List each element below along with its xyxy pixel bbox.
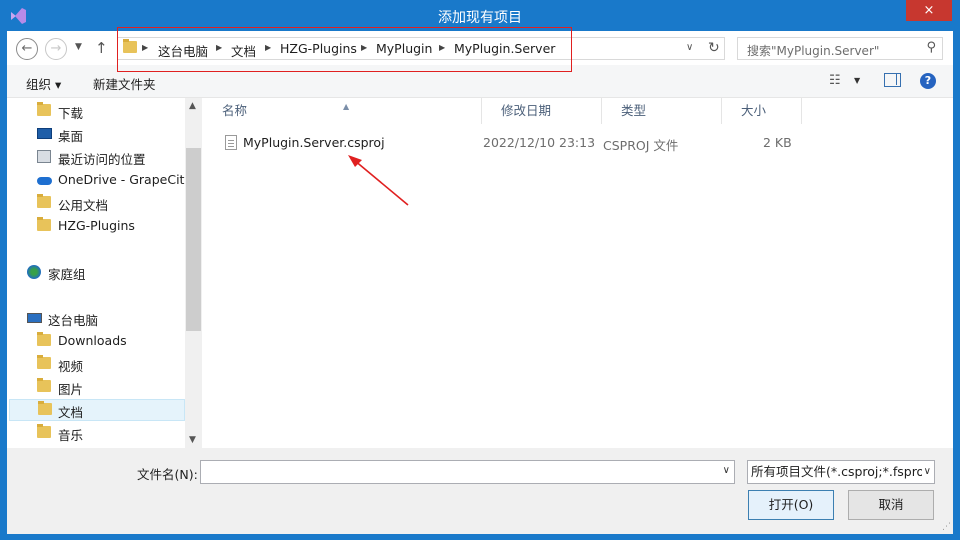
filename-history-chevron-icon[interactable]: ∨ <box>723 465 730 476</box>
sidebar-item-downloads-pc[interactable]: Downloads <box>37 331 185 353</box>
organize-menu[interactable]: 组织 ▾ <box>26 74 61 93</box>
sidebar-item-hzg-plugins[interactable]: HZG-Plugins <box>37 216 185 238</box>
resize-grip-icon[interactable]: ⋰ <box>942 522 951 532</box>
sidebar-item-music[interactable]: 音乐 <box>37 423 185 445</box>
sidebar-item-desktop[interactable]: 桌面 <box>37 124 185 146</box>
back-button[interactable]: ← <box>16 38 38 60</box>
column-header-size[interactable]: 大小 <box>722 98 802 124</box>
sidebar-item-this-pc[interactable]: 这台电脑 <box>27 308 185 330</box>
chevron-down-icon: ∨ <box>921 461 931 483</box>
view-options-icon[interactable]: ☷ <box>829 73 841 88</box>
cancel-button[interactable]: 取消 <box>848 490 934 520</box>
recent-locations-chevron-icon[interactable]: ▼ <box>75 42 82 52</box>
folder-icon <box>37 332 53 348</box>
close-button[interactable]: × <box>906 0 952 21</box>
search-placeholder: 搜索"MyPlugin.Server" <box>747 44 880 58</box>
file-modified: 2022/12/10 23:13 <box>483 135 596 150</box>
up-arrow-icon[interactable]: ↑ <box>95 39 108 57</box>
file-type: CSPROJ 文件 <box>603 138 679 153</box>
sidebar-item-downloads[interactable]: 下载 <box>37 101 185 123</box>
file-icon <box>225 135 237 150</box>
close-icon: × <box>923 3 935 18</box>
sidebar-item-pictures[interactable]: 图片 <box>37 377 185 399</box>
column-header-name[interactable]: ▲ 名称 <box>203 98 482 124</box>
navigation-pane: 下载 桌面 最近访问的位置 OneDrive - GrapeCity 公用文档 … <box>7 98 202 448</box>
preview-pane-icon[interactable] <box>884 73 901 87</box>
refresh-icon[interactable]: ↻ <box>708 40 720 56</box>
sidebar-item-recent-places[interactable]: 最近访问的位置 <box>37 147 185 169</box>
open-button[interactable]: 打开(O) <box>748 490 834 520</box>
help-icon[interactable]: ? <box>920 73 936 89</box>
column-header-type[interactable]: 类型 <box>602 98 722 124</box>
computer-icon <box>27 311 43 325</box>
forward-button[interactable]: → <box>45 38 67 60</box>
file-size: 2 KB <box>763 135 792 150</box>
dialog-footer: 文件名(N): ∨ 所有项目文件(*.csproj;*.fsproj ∨ 打开(… <box>7 448 953 534</box>
window-title: 添加现有项目 <box>438 10 522 26</box>
address-annotation-box <box>117 27 572 72</box>
folder-icon <box>37 217 53 233</box>
column-header-modified[interactable]: 修改日期 <box>482 98 602 124</box>
file-row[interactable]: MyPlugin.Server.csproj 2022/12/10 23:13 … <box>203 132 803 154</box>
filename-label: 文件名(N): <box>137 467 198 482</box>
recent-places-icon <box>37 150 53 164</box>
sidebar-scrollbar[interactable]: ▲ ▼ <box>185 98 202 448</box>
folder-icon <box>37 194 53 210</box>
sidebar-item-public-documents[interactable]: 公用文档 <box>37 193 185 215</box>
file-list: ▲ 名称 修改日期 类型 大小 MyPlugin.Server.csproj 2… <box>203 98 953 448</box>
homegroup-icon <box>27 265 43 279</box>
sidebar-item-videos[interactable]: 视频 <box>37 354 185 376</box>
music-folder-icon <box>37 424 53 440</box>
scroll-down-arrow-icon[interactable]: ▼ <box>189 435 196 445</box>
new-folder-button[interactable]: 新建文件夹 <box>93 74 156 93</box>
videos-folder-icon <box>37 355 53 371</box>
view-options-chevron-icon[interactable]: ▼ <box>854 76 860 85</box>
file-dialog: ← → ▼ ↑ ▶ 这台电脑 ▶ 文档 ▶ HZG-Plugins ▶ MyPl… <box>7 31 953 534</box>
annotation-arrow <box>348 155 409 206</box>
documents-folder-icon <box>38 401 54 417</box>
sidebar-item-documents[interactable]: 文档 <box>9 399 185 421</box>
desktop-icon <box>37 127 53 141</box>
file-type-filter[interactable]: 所有项目文件(*.csproj;*.fsproj ∨ <box>747 460 935 484</box>
filename-input[interactable]: ∨ <box>200 460 735 484</box>
pictures-folder-icon <box>37 378 53 394</box>
sort-ascending-icon: ▲ <box>343 102 350 111</box>
onedrive-icon <box>37 173 53 187</box>
sidebar-item-homegroup[interactable]: 家庭组 <box>27 262 185 284</box>
search-input[interactable]: 搜索"MyPlugin.Server" ⚲ <box>737 37 943 60</box>
search-icon[interactable]: ⚲ <box>926 40 936 55</box>
scrollbar-thumb[interactable] <box>186 148 201 331</box>
sidebar-item-onedrive[interactable]: OneDrive - GrapeCity <box>37 170 192 192</box>
download-folder-icon <box>37 102 53 118</box>
scroll-up-arrow-icon[interactable]: ▲ <box>189 101 196 111</box>
address-history-chevron-icon[interactable]: ∨ <box>686 42 693 53</box>
